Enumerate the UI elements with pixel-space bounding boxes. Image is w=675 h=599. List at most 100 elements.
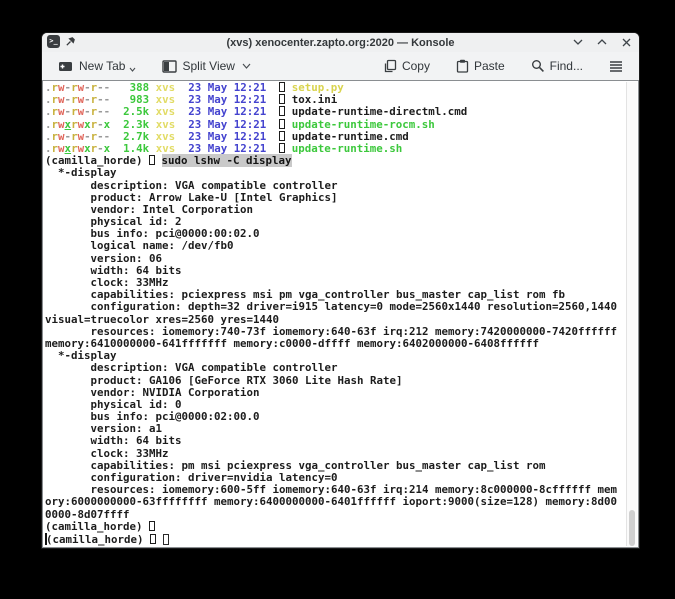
terminal-text-segment: visual=truecolor xres=2560 yres=1440 [45,313,279,326]
titlebar[interactable]: >_ (xvs) xenocenter.zapto.org:2020 — Kon… [42,33,639,52]
terminal-text-segment: capabilities: pciexpress msi pm vga_cont… [45,288,565,301]
terminal-text-segment: update-runtime-directml.cmd [292,105,468,118]
terminal-text-segment: update-runtime.cmd [292,130,409,143]
terminal-text-segment [266,93,279,106]
window-controls [572,36,632,48]
terminal-text-segment: 2.5k [110,105,149,118]
toolbar-right: Copy Paste Find... [377,55,629,77]
copy-button[interactable]: Copy [377,55,436,77]
paste-icon [456,59,469,73]
terminal-text-segment: -- [97,93,110,106]
menu-button[interactable] [603,56,629,77]
terminal-line: (camilla_horde) [45,533,626,545]
terminal-line: (camilla_horde) [45,521,626,533]
scrollbar-thumb[interactable] [629,510,635,546]
terminal-text-segment: physical id: 2 [45,215,182,228]
split-view-label: Split View [182,59,234,73]
terminal-text-segment: -- [97,105,110,118]
konsole-window: >_ (xvs) xenocenter.zapto.org:2020 — Kon… [42,33,639,548]
terminal-text-segment: configuration: driver=nvidia latency=0 [45,471,338,484]
terminal-text-segment: 388 [110,82,149,94]
terminal-text-segment: description: VGA compatible controller [45,179,338,192]
new-tab-icon [58,59,74,73]
paste-label: Paste [474,59,505,73]
konsole-app-icon: >_ [47,35,60,48]
terminal-viewport: .rw-rw-r-- 388 xvs 23 May 12:21 setup.py… [42,80,639,548]
terminal-line: memory:6410000000-641fffffff memory:c000… [45,338,626,350]
terminal-text-segment: resources: iomemory:740-73f iomemory:640… [45,325,617,338]
search-icon [531,59,545,73]
terminal-text-segment: product: GA106 [GeForce RTX 3060 Lite Ha… [45,374,403,387]
find-label: Find... [550,59,583,73]
terminal-text-segment: configuration: depth=32 driver=i915 late… [45,300,617,313]
copy-label: Copy [402,59,430,73]
toolbar-left: New Tab Split View [52,55,257,77]
terminal-text-segment: (camilla_horde) [45,154,149,167]
new-tab-button[interactable]: New Tab [52,55,142,77]
terminal-text-segment: 0000-8d07ffff [45,508,130,521]
terminal-text-segment [175,82,188,94]
terminal-text-segment: xvs [156,142,176,155]
terminal-text-segment: description: VGA compatible controller [45,361,338,374]
terminal-text-segment: 2.3k [110,118,149,131]
terminal-output[interactable]: .rw-rw-r-- 388 xvs 23 May 12:21 setup.py… [45,82,626,547]
missing-glyph-icon [149,521,155,531]
hamburger-menu-icon [609,60,623,73]
new-tab-dropdown-caret[interactable] [129,67,136,72]
terminal-text-segment: update-runtime-rocm.sh [292,118,435,131]
terminal-text-segment: xvs [156,130,176,143]
terminal-text-segment: clock: 33MHz [45,447,169,460]
terminal-text-segment: bus info: pci@0000:00:02.0 [45,227,260,240]
terminal-text-segment: resources: iomemory:600-5ff iomemory:640… [45,483,617,496]
pin-icon [65,36,76,47]
terminal-text-segment: 2.7k [110,130,149,143]
split-view-button[interactable]: Split View [156,55,256,77]
new-tab-label: New Tab [79,59,125,73]
terminal-line: (camilla_horde) sudo lshw -C display [45,155,626,167]
terminal-text-segment: 23 May 12:21 [188,82,266,94]
terminal-text-segment: physical id: 0 [45,398,182,411]
terminal-text-segment [175,93,188,106]
terminal-text-segment [266,105,279,118]
terminal-text-segment: setup.py [292,82,344,94]
terminal-text-segment [155,154,162,167]
terminal-text-segment: clock: 33MHz [45,276,169,289]
terminal-line: ory:6000000000-63ffffffff memory:6400000… [45,496,626,508]
minimize-button[interactable] [572,36,584,48]
terminal-text-segment: vendor: NVIDIA Corporation [45,386,260,399]
terminal-text-segment: -- [97,130,110,143]
close-button[interactable] [620,36,632,48]
terminal-text-segment [266,130,279,143]
terminal-text-segment: product: Arrow Lake-U [Intel Graphics] [45,191,338,204]
find-button[interactable]: Find... [525,55,589,77]
terminal-text-segment: ory:6000000000-63ffffffff memory:6400000… [45,495,617,508]
terminal-text-segment: tox.ini [292,93,338,106]
terminal-text-segment: xvs [156,82,176,94]
terminal-text-segment [266,118,279,131]
scrollbar-track[interactable] [626,82,637,546]
terminal-text-segment: bus info: pci@0000:02:00.0 [45,410,260,423]
terminal-text-segment: 23 May 12:21 [188,93,266,106]
terminal-text-segment: version: a1 [45,422,162,435]
terminal-text-segment: width: 64 bits [45,434,182,447]
terminal-text-segment: capabilities: pm msi pciexpress vga_cont… [45,459,546,472]
terminal-text-segment [266,142,279,155]
terminal-text-segment: (camilla_horde) [45,520,149,533]
terminal-text-segment [266,82,279,94]
terminal-text-segment: (camilla_horde) [46,533,150,546]
split-view-dropdown-caret[interactable] [242,63,251,69]
titlebar-icons: >_ [47,35,76,48]
terminal-text-segment: xvs [156,118,176,131]
terminal-text-segment: 23 May 12:21 [188,142,266,155]
terminal-text-segment [175,118,188,131]
terminal-text-segment: xvs [156,93,176,106]
terminal-text-segment [175,142,188,155]
window-title: (xvs) xenocenter.zapto.org:2020 — Konsol… [42,37,639,49]
terminal-text-segment: version: 06 [45,252,162,265]
maximize-button[interactable] [596,36,608,48]
terminal-text-segment [175,130,188,143]
terminal-text-segment: logical name: /dev/fb0 [45,239,234,252]
paste-button[interactable]: Paste [450,55,511,77]
copy-icon [383,59,397,73]
terminal-text-segment: sudo lshw -C display [162,154,292,167]
